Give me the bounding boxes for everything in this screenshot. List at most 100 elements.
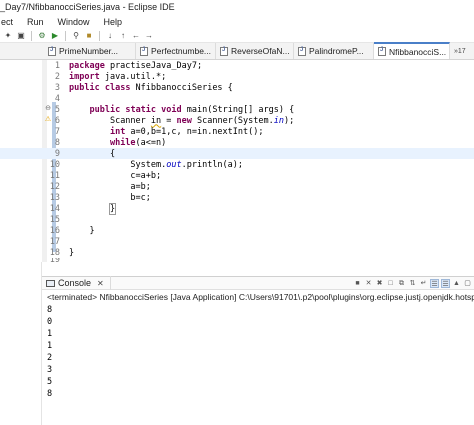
line-number: 7 — [54, 126, 60, 137]
tab-reverseofanumber[interactable]: ReverseOfaN... — [216, 43, 294, 59]
line-text: public static void main(String[] args) { — [64, 105, 294, 115]
prev-annotation-icon[interactable]: ↑ — [118, 31, 128, 41]
clear-console-icon[interactable]: □ — [386, 279, 395, 288]
forward-icon[interactable]: → — [144, 31, 154, 41]
keyword: while — [109, 137, 136, 148]
code-text: System. — [130, 159, 167, 170]
window-title: _Day7/NfibbanocciSeries.java - Eclipse I… — [0, 0, 474, 15]
java-file-icon — [378, 47, 386, 56]
tab-label: PrimeNumber... — [59, 46, 119, 56]
line-text: b=c; — [64, 192, 151, 203]
save-icon[interactable]: ▣ — [16, 31, 26, 41]
line-number: 15 — [49, 214, 60, 225]
remove-launch-icon[interactable]: ✕ — [364, 279, 373, 288]
terminate-icon[interactable]: ■ — [353, 279, 362, 288]
search-icon[interactable]: ⚲ — [71, 31, 81, 41]
tabs-overflow-label: »17 — [454, 47, 466, 55]
copy-icon[interactable]: ⧉ — [397, 279, 406, 288]
line-number: 5 — [54, 104, 60, 115]
code-line: 16 } — [0, 225, 474, 236]
line-text: } — [64, 202, 117, 215]
toolbar-separator — [65, 30, 66, 41]
console-output[interactable]: <terminated> NfibbanocciSeries [Java App… — [42, 290, 474, 425]
line-number: 13 — [49, 192, 60, 203]
code-text: Scanner(System. — [191, 115, 274, 126]
main-toolbar: ✦ ▣ ⚙ ▶ ⚲ ■ ↓ ↑ ← → — [0, 29, 474, 43]
tab-perfectnumber[interactable]: Perfectnumbe... — [136, 43, 216, 59]
menu-help[interactable]: Help — [103, 15, 130, 29]
tab-console[interactable]: Console ✕ — [42, 276, 111, 290]
console-toolbar: ■ ✕ ✖ □ ⧉ ⇅ ↵ ☰ ☰ ▲ ▢ — [353, 278, 474, 288]
menu-window[interactable]: Window — [57, 15, 97, 29]
java-file-icon — [48, 46, 56, 56]
code-line: 1 package practiseJava_Day7; — [0, 60, 474, 71]
run-icon[interactable]: ▶ — [50, 31, 60, 41]
code-text: java.util.*; — [99, 71, 167, 82]
code-line: 14 } — [0, 202, 474, 215]
code-text: main(String[] args) { — [181, 104, 295, 115]
console-status: <terminated> NfibbanocciSeries [Java App… — [47, 292, 474, 302]
debug-icon[interactable]: ⚙ — [37, 31, 47, 41]
code-text: } — [89, 225, 95, 236]
keyword: class — [104, 82, 131, 93]
menu-source[interactable]: ect — [0, 15, 20, 29]
line-text: System.out.println(a); — [64, 160, 243, 170]
new-icon[interactable]: ✦ — [3, 31, 13, 41]
word-wrap-icon[interactable]: ↵ — [419, 279, 428, 288]
line-text: import java.util.*; — [64, 72, 166, 82]
tab-label: ReverseOfaN... — [231, 46, 290, 56]
remove-all-icon[interactable]: ✖ — [375, 279, 384, 288]
java-file-icon — [220, 46, 228, 56]
line-number: 3 — [54, 82, 60, 93]
keyword: import — [69, 71, 100, 82]
code-text: c=a+b; — [130, 170, 162, 181]
tab-label: Perfectnumbe... — [151, 46, 212, 56]
scroll-lock-icon[interactable]: ⇅ — [408, 279, 417, 288]
line-number: 12 — [49, 181, 60, 192]
code-text: a=0,b=1,c, n=in.nextInt(); — [125, 126, 264, 137]
show-on-stderr-icon[interactable]: ☰ — [441, 278, 450, 288]
code-text: practiseJava_Day7; — [104, 60, 203, 71]
keyword: void — [161, 104, 182, 115]
tab-label: PalindromeP... — [309, 46, 364, 56]
open-type-icon[interactable]: ■ — [84, 31, 94, 41]
toolbar-separator — [99, 30, 100, 41]
code-line: 3 public class NfibbanocciSeries { — [0, 82, 474, 93]
next-annotation-icon[interactable]: ↓ — [105, 31, 115, 41]
console-view-header: Console ✕ ■ ✕ ✖ □ ⧉ ⇅ ↵ ☰ ☰ ▲ ▢ — [42, 276, 474, 290]
code-line: 10 System.out.println(a); — [0, 159, 474, 170]
line-number: 11 — [49, 170, 60, 181]
pin-console-icon[interactable]: ▲ — [452, 279, 461, 288]
tab-primenumber[interactable]: PrimeNumber... — [44, 43, 136, 59]
tab-overflow[interactable]: »17 — [450, 43, 474, 59]
line-number: 4 — [54, 93, 60, 104]
code-line: 13 b=c; — [0, 192, 474, 203]
tab-nfibbanocciseries[interactable]: NfibbanocciS... ✕ — [374, 42, 450, 59]
keyword: public — [69, 82, 100, 93]
fold-collapse-icon[interactable]: ⊖ — [44, 105, 52, 113]
code-line: 6 Scanner in = new Scanner(System.in); — [0, 115, 474, 126]
keyword: static — [125, 104, 157, 115]
show-on-stdout-icon[interactable]: ☰ — [430, 278, 439, 288]
warning-icon[interactable]: ⚠ — [44, 116, 52, 124]
line-number: 6 — [54, 115, 60, 126]
menu-run[interactable]: Run — [26, 15, 51, 29]
console-line: 2 — [47, 353, 53, 363]
console-line: 5 — [47, 377, 53, 387]
line-number: 9 — [54, 148, 60, 159]
code-editor[interactable]: 1 package practiseJava_Day7; 2 import ja… — [0, 60, 474, 262]
java-file-icon — [140, 46, 148, 56]
line-number: 2 — [54, 71, 60, 82]
line-text: package practiseJava_Day7; — [64, 61, 202, 71]
close-icon[interactable]: ✕ — [97, 279, 104, 288]
code-text: b=c; — [130, 192, 151, 203]
warning-token[interactable]: in — [151, 116, 161, 126]
back-icon[interactable]: ← — [131, 31, 141, 41]
line-number: 18 — [49, 247, 60, 258]
field-token: in — [273, 115, 285, 126]
line-text: c=a+b; — [64, 171, 161, 181]
code-line: 4 — [0, 93, 474, 104]
code-line: 18 } — [0, 247, 474, 258]
tab-palindrome[interactable]: PalindromeP... — [294, 43, 374, 59]
display-console-icon[interactable]: ▢ — [463, 279, 472, 288]
